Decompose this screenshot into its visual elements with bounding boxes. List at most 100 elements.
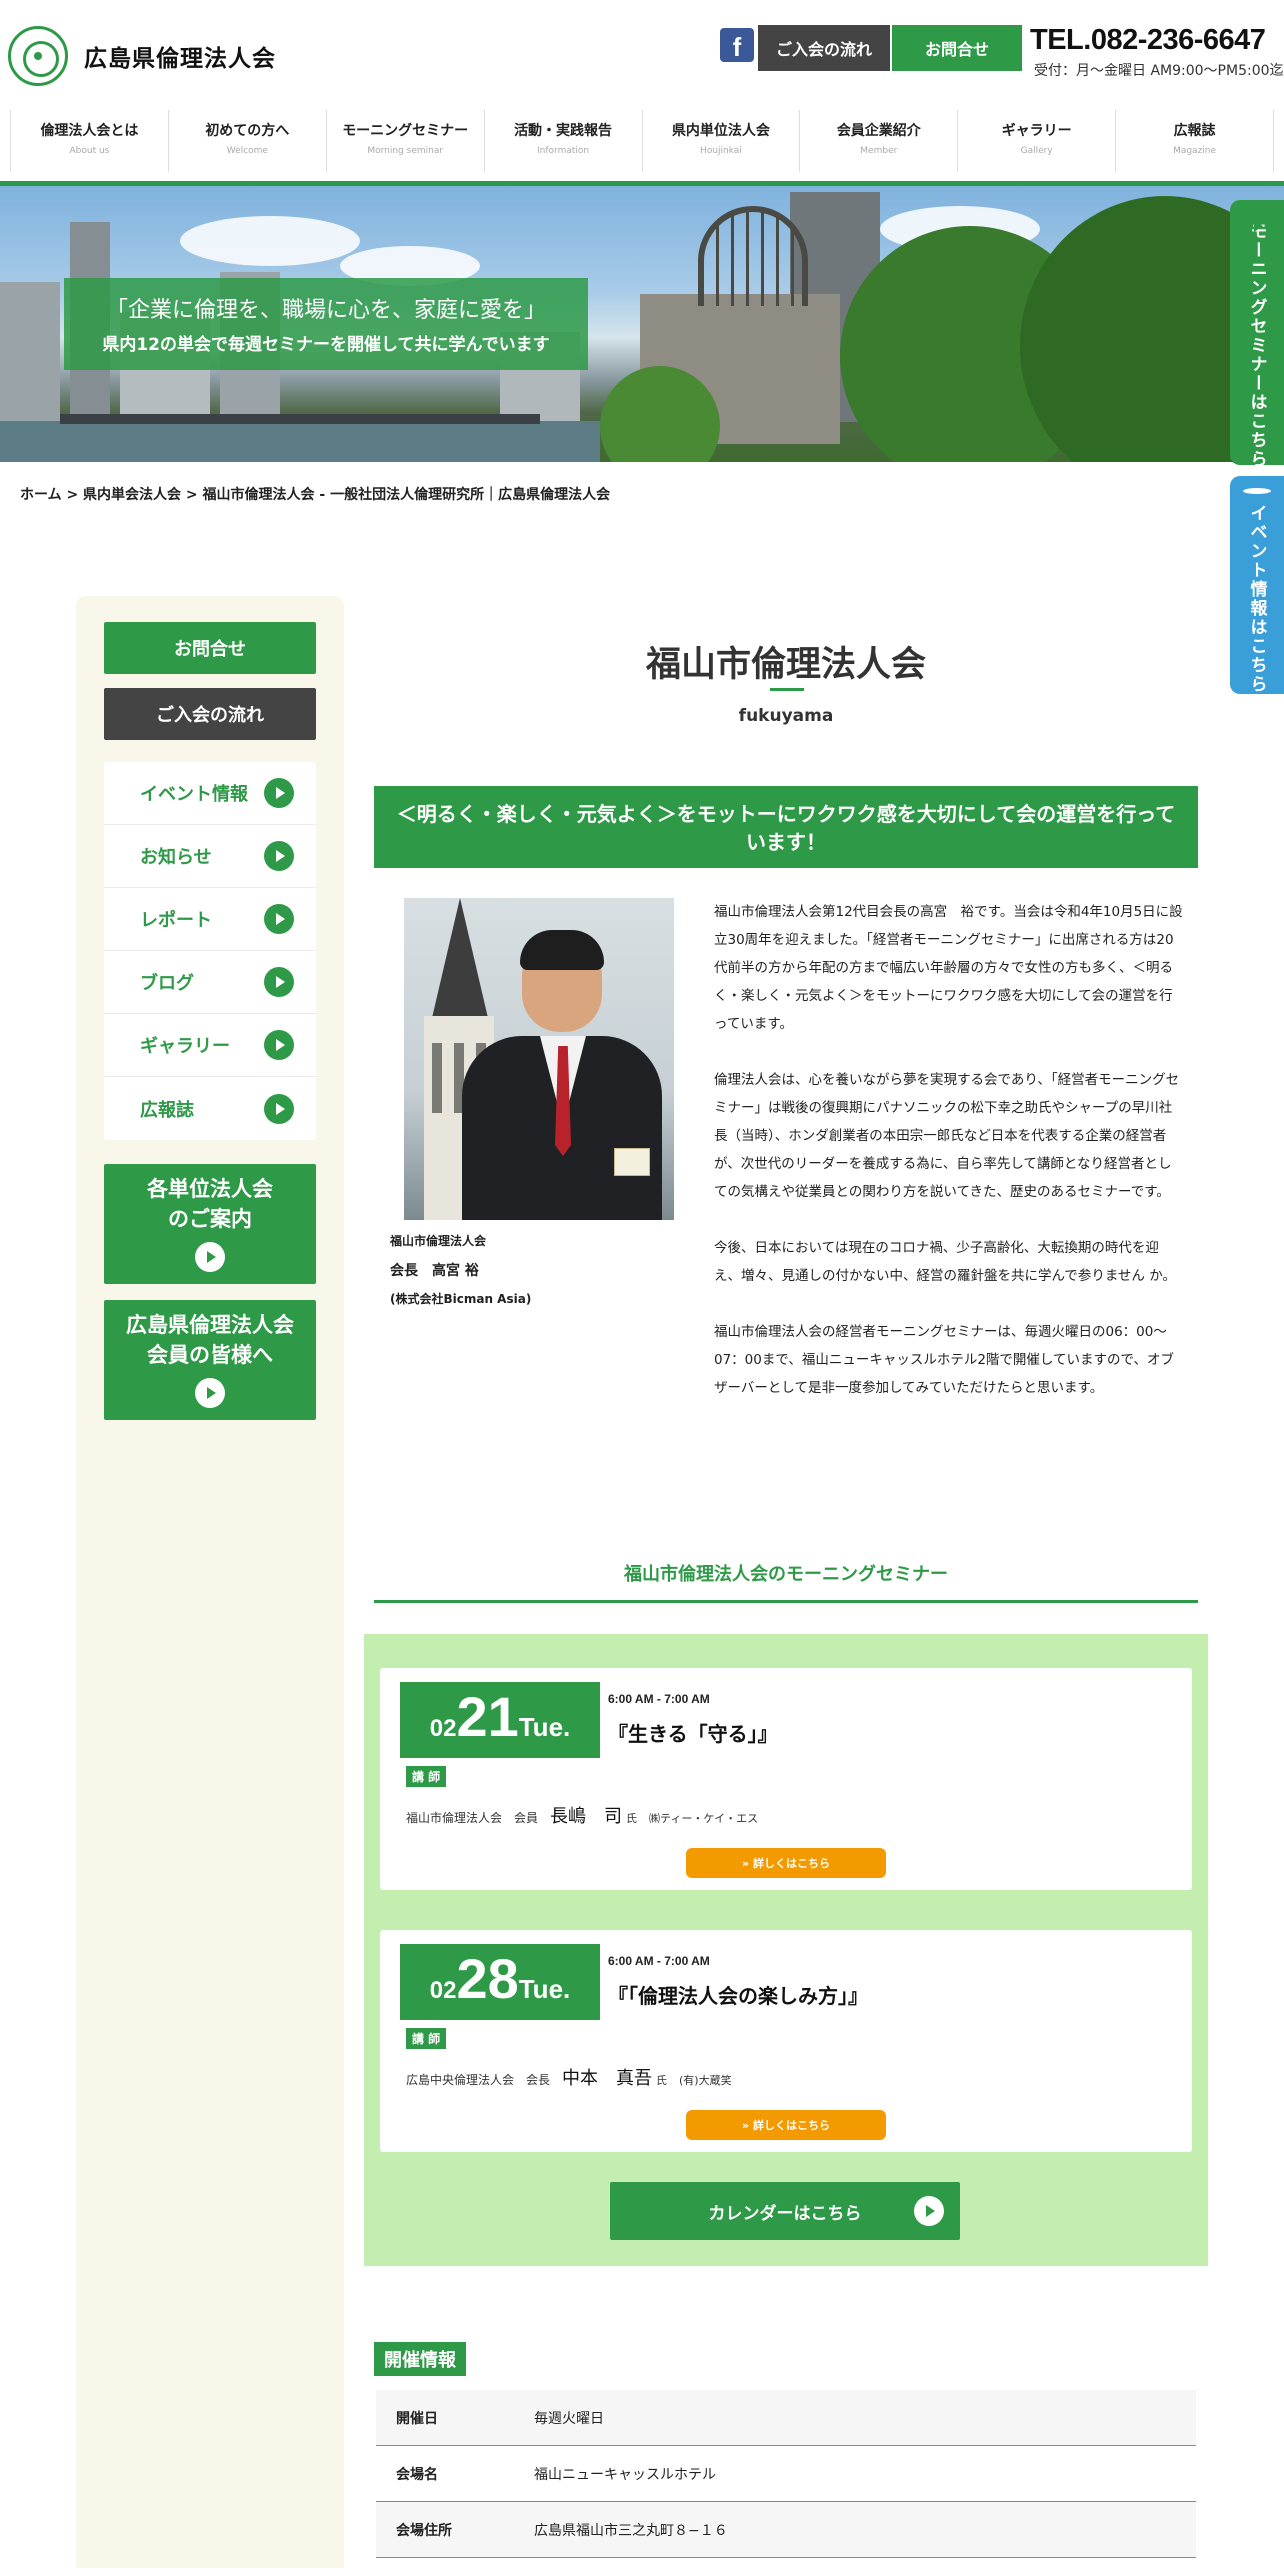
- arrow-right-icon: [264, 778, 294, 808]
- logo-text: 広島県倫理法人会: [84, 46, 276, 72]
- building: [0, 282, 60, 422]
- hero-subtext: 県内12の単会で毎週セミナーを開催して共に学んでいます: [102, 335, 550, 355]
- seminar-title: 『生きる「守る」』: [608, 1722, 778, 1746]
- event-info-side-tab[interactable]: イベント情報はこちら: [1230, 476, 1284, 694]
- lecturer-company: ㈱ティー・ケイ・エス: [649, 1812, 759, 1825]
- lecturer-badge: 講 師: [406, 2028, 447, 2049]
- nav-label: 県内単位法人会: [671, 123, 770, 139]
- nav-label: 初めての方へ: [205, 123, 290, 139]
- sidebar-card-title: 各単位法人会 のご案内: [104, 1174, 316, 1234]
- logo-emblem-icon: [8, 26, 68, 86]
- seminar-date: 0228Tue.: [400, 1944, 600, 2020]
- card-line: 各単位法人会: [147, 1177, 273, 1201]
- nav-item-morning-seminar[interactable]: モーニングセミナー Morning seminar: [325, 110, 484, 172]
- lecturer-name: 長嶋 司: [550, 1806, 623, 1827]
- table-row: 会場住所 広島県福山市三之丸町８−１６: [376, 2502, 1196, 2558]
- nav-item-member[interactable]: 会員企業紹介 Member: [799, 110, 957, 172]
- photo-caption-company: (株式会社Bicman Asia): [390, 1292, 532, 1306]
- table-row: 開催日 毎週火曜日: [376, 2390, 1196, 2446]
- nav-item-about[interactable]: 倫理法人会とは About us: [10, 110, 168, 172]
- nav-sublabel: Morning seminar: [367, 146, 444, 156]
- phone-number[interactable]: TEL.082-236-6647: [1030, 24, 1266, 57]
- sidebar-item-report[interactable]: レポート: [104, 888, 316, 951]
- nav-item-magazine[interactable]: 広報誌 Magazine: [1115, 110, 1274, 172]
- photo-caption-org: 福山市倫理法人会: [390, 1234, 487, 1248]
- seminar-detail-button[interactable]: » 詳しくはこちら: [686, 2110, 886, 2140]
- seminar-card: 0221Tue. 6:00 AM - 7:00 AM 『生きる「守る」』 講 師…: [380, 1668, 1192, 1890]
- nav-sublabel: About us: [69, 146, 110, 156]
- sidebar-branches-card[interactable]: 各単位法人会 のご案内: [104, 1164, 316, 1284]
- sidebar-item-events[interactable]: イベント情報: [104, 762, 316, 825]
- nav-sublabel: Information: [537, 146, 590, 156]
- hero-slogan: 「企業に倫理を、職場に心を、家庭に愛を」: [105, 298, 546, 323]
- lecturer-org: 広島中央倫理法人会 会長: [406, 2073, 551, 2087]
- photo-caption-name: 会長 高宮 裕: [390, 1263, 479, 1279]
- site-header: 広島県倫理法人会 f ご入会の流れ お問合せ TEL.082-236-6647 …: [0, 0, 1284, 110]
- lecturer-name: 中本 真吾: [562, 2068, 653, 2089]
- lecturer-honorific: 氏: [626, 1812, 638, 1825]
- name-badge: [614, 1148, 650, 1176]
- river: [0, 421, 600, 462]
- seminar-time: 6:00 AM - 7:00 AM: [608, 1692, 710, 1706]
- intro-text: 福山市倫理法人会第12代目会長の高宮 裕です。当会は令和4年10月5日に設立30…: [714, 898, 1184, 1430]
- nav-label: 活動・実践報告: [514, 123, 613, 139]
- arrow-right-icon: [264, 904, 294, 934]
- sidebar-join-button[interactable]: ご入会の流れ: [104, 688, 316, 740]
- intro-paragraph: 福山市倫理法人会の経営者モーニングセミナーは、毎週火曜日の06：00～07：00…: [714, 1324, 1174, 1396]
- nav-sublabel: Magazine: [1173, 146, 1217, 156]
- facebook-icon[interactable]: f: [720, 28, 754, 62]
- bridge: [60, 414, 540, 424]
- intro-paragraph: 福山市倫理法人会第12代目会長の高宮 裕です。当会は令和4年10月5日に設立30…: [714, 904, 1183, 1032]
- arrow-right-icon: [195, 1378, 225, 1408]
- sidebar-contact-button[interactable]: お問合せ: [104, 622, 316, 674]
- date-month: 02: [429, 1715, 457, 1742]
- contact-button[interactable]: お問合せ: [892, 25, 1022, 71]
- hero-banner: 「企業に倫理を、職場に心を、家庭に愛を」 県内12の単会で毎週セミナーを開催して…: [0, 186, 1284, 462]
- card-line: のご案内: [168, 1207, 252, 1231]
- sidebar-members-card[interactable]: 広島県倫理法人会 会員の皆様へ: [104, 1300, 316, 1420]
- event-info-heading: 開催情報: [374, 2342, 466, 2376]
- seminar-title: 『「倫理法人会の楽しみ方」』: [608, 1984, 868, 2008]
- breadcrumb[interactable]: ホーム > 県内単会法人会 > 福山市倫理法人会 - 一般社団法人倫理研究所｜広…: [20, 484, 610, 504]
- join-flow-button[interactable]: ご入会の流れ: [758, 25, 890, 71]
- lecturer-info: 福山市倫理法人会 会員 長嶋 司 氏 ㈱ティー・ケイ・エス: [406, 1802, 758, 1828]
- arrow-right-icon: [264, 1030, 294, 1060]
- sidebar-item-blog[interactable]: ブログ: [104, 951, 316, 1014]
- morning-seminar-side-tab[interactable]: モーニングセミナーはこちら: [1230, 200, 1284, 469]
- seminar-time: 6:00 AM - 7:00 AM: [608, 1954, 710, 1968]
- sidebar-item-magazine[interactable]: 広報誌: [104, 1077, 316, 1140]
- date-month: 02: [429, 1977, 457, 2004]
- sidebar-item-news[interactable]: お知らせ: [104, 825, 316, 888]
- a-bomb-dome: [698, 206, 808, 306]
- seminar-card: 0228Tue. 6:00 AM - 7:00 AM 『「倫理法人会の楽しみ方」…: [380, 1930, 1192, 2152]
- date-day: 28: [456, 1947, 519, 2010]
- sidebar-card-title: 広島県倫理法人会 会員の皆様へ: [104, 1310, 316, 1370]
- table-row: 会場名 福山ニューキャッスルホテル: [376, 2446, 1196, 2502]
- title-underline: [770, 688, 804, 691]
- card-line: 会員の皆様へ: [147, 1343, 273, 1367]
- main-nav: 倫理法人会とは About us 初めての方へ Welcome モーニングセミナ…: [10, 110, 1274, 172]
- seminar-date: 0221Tue.: [400, 1682, 600, 1758]
- play-arrow-icon: [1243, 488, 1271, 508]
- nav-item-gallery[interactable]: ギャラリー Gallery: [957, 110, 1115, 172]
- arrow-right-icon: [195, 1242, 225, 1272]
- nav-sublabel: Welcome: [226, 146, 268, 156]
- nav-label: ギャラリー: [1001, 123, 1072, 139]
- nav-item-welcome[interactable]: 初めての方へ Welcome: [167, 110, 326, 172]
- arrow-right-icon: [264, 1093, 294, 1124]
- date-day: 21: [456, 1685, 519, 1748]
- calendar-button[interactable]: カレンダーはこちら: [610, 2182, 960, 2240]
- nav-item-houjinkai[interactable]: 県内単位法人会 Houjinkai: [641, 110, 800, 172]
- page-title: 福山市倫理法人会: [645, 645, 926, 685]
- calendar-button-label: カレンダーはこちら: [708, 2203, 862, 2224]
- seminar-detail-button[interactable]: » 詳しくはこちら: [686, 1848, 886, 1878]
- nav-sublabel: Gallery: [1020, 146, 1053, 156]
- site-logo[interactable]: 広島県倫理法人会: [8, 26, 276, 86]
- arrow-right-icon: [264, 967, 294, 997]
- row-label: 開催日: [396, 2410, 438, 2427]
- sidebar-item-label: 広報誌: [140, 1099, 194, 1121]
- sidebar-item-gallery[interactable]: ギャラリー: [104, 1014, 316, 1077]
- nav-item-information[interactable]: 活動・実践報告 Information: [483, 110, 642, 172]
- lecturer-badge: 講 師: [406, 1766, 447, 1787]
- sidebar-item-label: ブログ: [140, 973, 194, 994]
